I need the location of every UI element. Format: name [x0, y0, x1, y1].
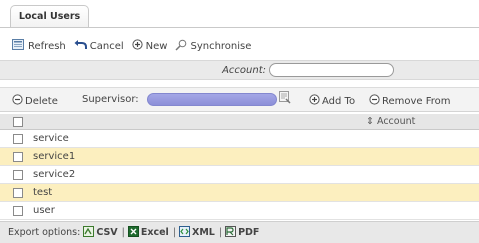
- pdf-label: PDF: [238, 227, 260, 238]
- refresh-button[interactable]: Refresh: [12, 38, 66, 54]
- minus-circle-icon: [12, 94, 25, 108]
- tab-bar: Local Users: [0, 0, 479, 28]
- account-column-label: Account: [377, 116, 416, 127]
- row-checkbox[interactable]: [13, 134, 23, 144]
- csv-icon: [83, 225, 96, 240]
- cancel-label: Cancel: [89, 40, 124, 52]
- undo-arrow-icon: [74, 39, 90, 53]
- action-row: Delete Supervisor: Add To Remove From: [0, 87, 479, 112]
- grid-header: ⇕ Account: [0, 114, 479, 130]
- select-all-checkbox[interactable]: [13, 117, 23, 127]
- supervisor-lookup-icon[interactable]: [279, 91, 293, 104]
- refresh-label: Refresh: [28, 40, 66, 52]
- table-row[interactable]: service2: [0, 166, 479, 184]
- new-button[interactable]: New: [132, 39, 168, 53]
- excel-icon: [127, 225, 141, 240]
- tab-label: Local Users: [18, 11, 81, 22]
- row-checkbox[interactable]: [13, 188, 23, 198]
- account-name: service2: [33, 169, 76, 180]
- magnifier-icon: [175, 39, 190, 54]
- add-to-label: Add To: [322, 95, 356, 107]
- export-pdf-link[interactable]: PDF: [225, 225, 260, 240]
- account-label: Account:: [222, 65, 266, 76]
- row-checkbox[interactable]: [13, 206, 23, 216]
- separator: |: [218, 227, 223, 238]
- delete-button[interactable]: Delete: [12, 94, 58, 108]
- toolbar: Refresh Cancel New Synchronise: [0, 36, 479, 56]
- table-row[interactable]: test: [0, 184, 479, 202]
- export-label: Export options:: [8, 227, 81, 238]
- xml-label: XML: [192, 227, 215, 238]
- excel-label: Excel: [140, 227, 169, 238]
- add-to-button[interactable]: Add To: [309, 94, 355, 108]
- plus-circle-icon: [132, 39, 146, 53]
- delete-label: Delete: [25, 95, 58, 107]
- export-xml-link[interactable]: XML: [179, 225, 215, 240]
- table-row[interactable]: service1: [0, 148, 479, 166]
- pdf-icon: [225, 225, 238, 240]
- row-checkbox[interactable]: [13, 152, 23, 162]
- synchronise-label: Synchronise: [190, 40, 252, 52]
- remove-from-button[interactable]: Remove From: [369, 94, 451, 108]
- synchronise-button[interactable]: Synchronise: [175, 39, 251, 54]
- account-name: test: [33, 187, 53, 198]
- refresh-icon: [12, 38, 28, 54]
- remove-from-label: Remove From: [382, 95, 451, 107]
- export-excel-link[interactable]: Excel: [127, 225, 169, 240]
- account-input[interactable]: [269, 63, 394, 77]
- separator: |: [172, 227, 177, 238]
- table-row[interactable]: user: [0, 202, 479, 220]
- new-label: New: [145, 40, 168, 52]
- cancel-button[interactable]: Cancel: [74, 39, 124, 53]
- account-name: service1: [33, 151, 76, 162]
- account-name: service: [33, 133, 69, 144]
- tab-local-users[interactable]: Local Users: [10, 5, 89, 27]
- minus-circle-icon: [369, 94, 382, 108]
- separator: |: [121, 227, 125, 238]
- account-filter-row: Account:: [0, 60, 479, 80]
- supervisor-label: Supervisor:: [82, 94, 139, 105]
- export-bar: Export options: CSV | Excel | XML | PDF: [0, 221, 479, 243]
- row-checkbox[interactable]: [13, 170, 23, 180]
- sort-arrows-icon: ⇕: [366, 116, 374, 127]
- plus-circle-icon: [309, 94, 322, 108]
- export-csv-link[interactable]: CSV: [83, 225, 118, 240]
- supervisor-input[interactable]: [147, 93, 277, 106]
- account-column-header[interactable]: ⇕ Account: [366, 116, 415, 127]
- account-name: user: [33, 205, 55, 216]
- xml-icon: [179, 225, 192, 240]
- csv-label: CSV: [96, 227, 118, 238]
- table-row[interactable]: service: [0, 130, 479, 148]
